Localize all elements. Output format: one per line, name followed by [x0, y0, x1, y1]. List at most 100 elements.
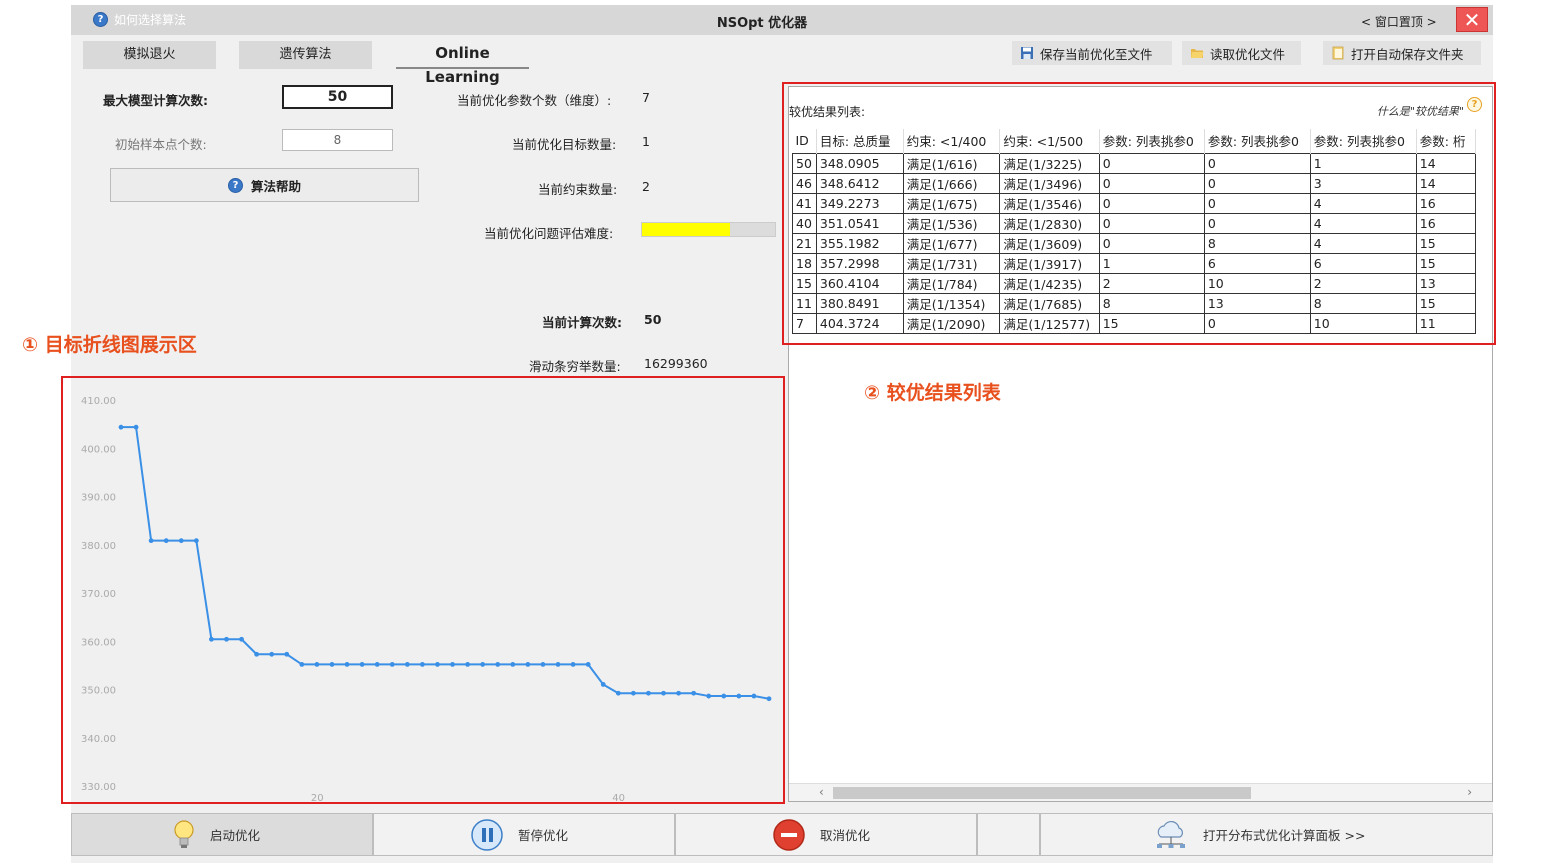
init-samples-label: 初始样本点个数: [115, 137, 207, 152]
data-point[interactable] [239, 636, 244, 642]
data-point[interactable] [359, 662, 365, 667]
column-header[interactable]: 参数: 列表挑参0 [1310, 129, 1417, 153]
load-optimization-button[interactable]: 读取优化文件 [1182, 41, 1301, 65]
column-header[interactable]: 约束: <1/500 [999, 129, 1100, 153]
data-point[interactable] [600, 682, 606, 687]
table-cell: 11 [792, 292, 817, 314]
table-cell: 0 [1203, 152, 1311, 174]
objective-count-label: 当前优化目标数量: [512, 137, 617, 152]
table-cell: 15 [1415, 232, 1476, 254]
column-header[interactable]: 参数: 列表挑参0 [1204, 129, 1311, 153]
data-point[interactable] [344, 662, 350, 667]
table-row[interactable]: 41 349.2273 满足(1/675) 满足(1/3546) 0 0 4 16 [792, 192, 1476, 214]
start-optimization-button[interactable]: 启动优化 [71, 813, 373, 856]
data-point[interactable] [269, 651, 275, 657]
data-point[interactable] [495, 662, 501, 667]
column-header[interactable]: 参数: 桁 [1416, 129, 1476, 153]
open-autosave-folder-button[interactable]: 打开自动保存文件夹 [1323, 41, 1481, 65]
data-point[interactable] [510, 662, 516, 667]
tab-simulated-annealing[interactable]: 模拟退火 [83, 41, 216, 69]
data-point[interactable] [540, 662, 546, 667]
data-point[interactable] [646, 690, 651, 696]
table-row[interactable]: 21 355.1982 满足(1/677) 满足(1/3609) 0 8 4 15 [792, 232, 1476, 254]
data-point[interactable] [751, 693, 757, 699]
column-header[interactable]: ID [792, 129, 817, 153]
distributed-panel-button[interactable]: 打开分布式优化计算面板 >> [1040, 813, 1493, 856]
what-is-better-result-link[interactable]: 什么是"较优结果" [1377, 103, 1464, 119]
table-row[interactable]: 15 360.4104 满足(1/784) 满足(1/4235) 2 10 2 13 [792, 272, 1476, 294]
data-point[interactable] [404, 662, 410, 667]
data-point[interactable] [178, 538, 184, 544]
data-point[interactable] [389, 662, 395, 667]
y-tick-label: 340.00 [81, 734, 116, 745]
tab-genetic-algorithm[interactable]: 遗传算法 [239, 41, 372, 69]
table-row[interactable]: 50 348.0905 满足(1/616) 满足(1/3225) 0 0 1 14 [792, 152, 1476, 174]
algorithm-help-button[interactable]: ? 算法帮助 [110, 168, 419, 202]
scroll-left-icon[interactable]: ‹ [819, 785, 824, 799]
table-cell: 2 [1098, 272, 1205, 294]
save-optimization-button[interactable]: 保存当前优化至文件 [1012, 41, 1172, 65]
folder-document-icon [1332, 46, 1344, 60]
data-point[interactable] [465, 662, 471, 667]
data-point[interactable] [284, 651, 290, 657]
data-point[interactable] [133, 424, 139, 430]
data-point[interactable] [480, 662, 486, 667]
data-point[interactable] [435, 662, 440, 667]
table-cell: 满足(1/7685) [999, 292, 1100, 314]
data-point[interactable] [299, 662, 305, 667]
table-row[interactable]: 7 404.3724 满足(1/2090) 满足(1/12577) 15 0 10 11 [792, 312, 1476, 334]
data-point[interactable] [118, 424, 124, 430]
window-pin-toggle[interactable]: < 窗口置顶 > [1361, 13, 1437, 30]
data-point[interactable] [419, 662, 425, 667]
scrollbar-thumb[interactable] [833, 787, 1251, 799]
column-header[interactable]: 约束: <1/400 [903, 129, 1001, 153]
data-point[interactable] [585, 662, 591, 667]
data-point[interactable] [193, 538, 199, 544]
close-button[interactable]: ✕ [1456, 7, 1488, 32]
data-point[interactable] [148, 538, 154, 544]
table-cell: 348.6412 [815, 172, 904, 194]
question-icon[interactable]: ? [1467, 97, 1482, 112]
cancel-optimization-button[interactable]: 取消优化 [675, 813, 977, 856]
param-count-value: 7 [642, 90, 650, 105]
data-point[interactable] [314, 662, 320, 667]
data-point[interactable] [721, 693, 727, 699]
data-point[interactable] [450, 662, 455, 667]
pause-optimization-button[interactable]: 暂停优化 [373, 813, 675, 856]
data-point[interactable] [661, 690, 666, 696]
table-row[interactable]: 46 348.6412 满足(1/666) 满足(1/3496) 0 0 3 14 [792, 172, 1476, 194]
data-point[interactable] [706, 693, 712, 699]
table-cell: 满足(1/675) [902, 192, 1001, 214]
data-point[interactable] [329, 662, 335, 667]
table-row[interactable]: 11 380.8491 满足(1/1354) 满足(1/7685) 8 13 8 15 [792, 292, 1476, 314]
tab-online-learning[interactable]: Online Learning [396, 41, 529, 86]
column-header[interactable]: 目标: 总质量 [816, 129, 904, 153]
init-samples-input[interactable]: 8 [282, 129, 393, 151]
column-header[interactable]: 参数: 列表挑参0 [1099, 129, 1205, 153]
table-row[interactable]: 18 357.2998 满足(1/731) 满足(1/3917) 1 6 6 15 [792, 252, 1476, 274]
scroll-right-icon[interactable]: › [1467, 785, 1472, 799]
table-cell: 满足(1/12577) [999, 312, 1100, 334]
data-point[interactable] [209, 636, 214, 642]
data-point[interactable] [766, 696, 772, 702]
x-tick-label: 40 [612, 793, 625, 804]
data-point[interactable] [163, 538, 169, 544]
data-point[interactable] [736, 693, 742, 699]
table-cell: 15 [1098, 312, 1205, 334]
horizontal-scrollbar[interactable]: ‹ › [789, 783, 1492, 801]
data-point[interactable] [525, 662, 531, 667]
data-point[interactable] [630, 690, 636, 696]
table-cell: 0 [1098, 232, 1205, 254]
data-point[interactable] [691, 690, 697, 696]
table-row[interactable]: 40 351.0541 满足(1/536) 满足(1/2830) 0 0 4 16 [792, 212, 1476, 234]
data-point[interactable] [555, 662, 561, 667]
data-point[interactable] [615, 690, 621, 696]
data-point[interactable] [374, 662, 380, 667]
data-point[interactable] [570, 662, 576, 667]
data-point[interactable] [254, 651, 260, 657]
table-cell: 满足(1/731) [902, 252, 1001, 274]
data-point[interactable] [224, 636, 229, 642]
max-calc-input[interactable]: 50 [282, 85, 393, 109]
data-point[interactable] [676, 690, 681, 696]
table-cell: 6 [1203, 252, 1311, 274]
